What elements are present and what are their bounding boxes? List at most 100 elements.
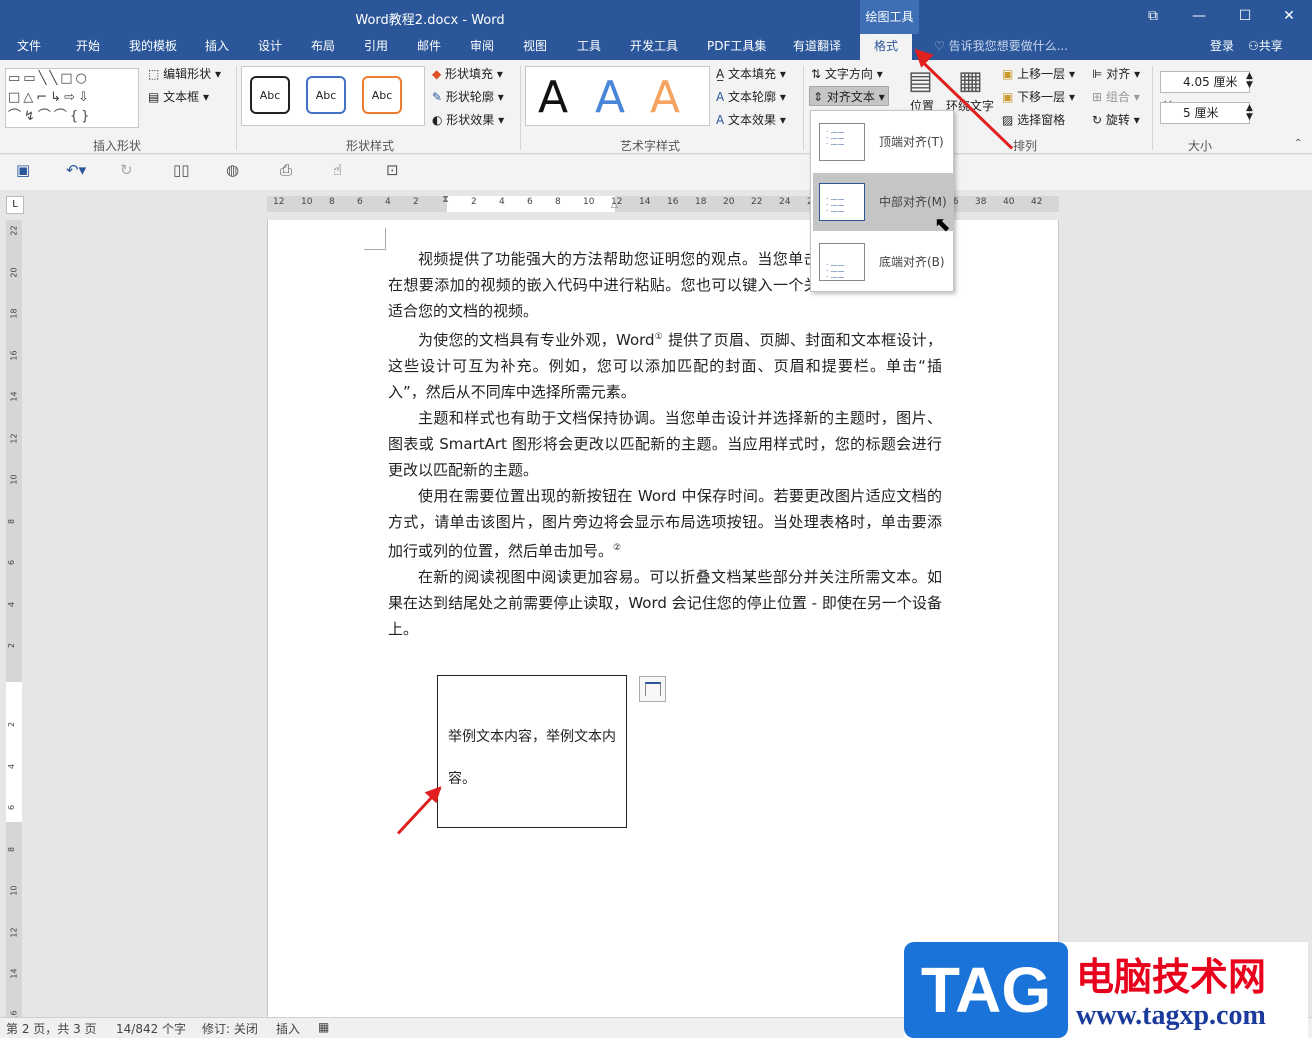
- align-middle-option[interactable]: · —— · —— · —— 中部对齐(M): [813, 173, 953, 231]
- shape-style-black[interactable]: Abc: [250, 76, 290, 114]
- indent-marker-icon[interactable]: ⧗: [442, 194, 449, 205]
- selection-pane-button[interactable]: ▨ 选择窗格: [1002, 110, 1065, 130]
- footnote-ref[interactable]: ②: [613, 543, 621, 553]
- redo-icon[interactable]: ↻: [120, 161, 133, 179]
- macro-icon[interactable]: ▦: [318, 1020, 329, 1034]
- send-backward-button[interactable]: ▣ 下移一层 ▾: [1002, 87, 1075, 107]
- title-bar: Word教程2.docx - Word 绘图工具 ⧉ — ☐ ✕: [0, 0, 1312, 34]
- ruler-tick-label: 12: [9, 926, 19, 938]
- tab-youdao[interactable]: 有道翻译: [793, 34, 841, 60]
- watermark-site-name: 电脑技术网: [1076, 955, 1267, 999]
- document-body[interactable]: 视频提供了功能强大的方法帮助您证明您的观点。当您单击联机视频时，可以在想要添加的…: [388, 246, 942, 642]
- word-count[interactable]: 14/842 个字: [116, 1020, 186, 1037]
- tab-home[interactable]: 开始: [76, 34, 100, 60]
- track-changes-status[interactable]: 修订: 关闭: [202, 1020, 258, 1037]
- wordart-style-blue[interactable]: A: [595, 72, 625, 123]
- ribbon-display-icon[interactable]: ⧉: [1130, 0, 1176, 34]
- ruler-tick-label: 16: [667, 197, 679, 207]
- shape-fill-button[interactable]: ◆ 形状填充 ▾: [432, 64, 503, 84]
- close-icon[interactable]: ✕: [1266, 0, 1312, 34]
- save-icon[interactable]: ▣: [16, 161, 30, 179]
- layout-options-button[interactable]: [639, 676, 666, 702]
- shape-style-orange[interactable]: Abc: [362, 76, 402, 114]
- tab-file[interactable]: 文件: [17, 34, 41, 60]
- footnote-ref[interactable]: ①: [655, 332, 664, 342]
- tab-review[interactable]: 审阅: [470, 34, 494, 60]
- paragraph[interactable]: 在新的阅读视图中阅读更加容易。可以折叠文档某些部分并关注所需文本。如果在达到结尾…: [388, 564, 942, 642]
- tab-view[interactable]: 视图: [523, 34, 547, 60]
- web-layout-icon[interactable]: ◍: [226, 161, 239, 179]
- text-effects-button[interactable]: A 文本效果 ▾: [716, 110, 786, 130]
- share-button[interactable]: ⚇共享: [1248, 34, 1283, 58]
- customize-icon[interactable]: ⊡: [386, 161, 399, 179]
- tell-me-box[interactable]: ♡ 告诉我您想要做什么...: [934, 34, 1068, 60]
- tab-format[interactable]: 格式: [860, 34, 913, 60]
- vertical-ruler[interactable]: 22 20 18 16 14 12 10 8 6 4 2 2 4 6 8 10 12 14 16: [6, 220, 22, 1020]
- align-bottom-option[interactable]: · —— · —— · —— 底端对齐(B): [813, 233, 953, 291]
- touch-mode-icon[interactable]: ☝: [333, 161, 342, 179]
- text-box-content[interactable]: 举例文本内容，举例文本内容。: [448, 716, 620, 800]
- align-top-option[interactable]: · —— · —— · —— 顶端对齐(T): [813, 113, 953, 171]
- shape-style-blue[interactable]: Abc: [306, 76, 346, 114]
- tab-design[interactable]: 设计: [258, 34, 282, 60]
- shape-outline-button[interactable]: ✎ 形状轮廓 ▾: [432, 87, 504, 107]
- paint-bucket-icon: ◆: [432, 67, 446, 81]
- tab-tools[interactable]: 工具: [577, 34, 601, 60]
- align-text-button[interactable]: ⇕ 对齐文本 ▾: [809, 86, 889, 106]
- ruler-tick-label: 4: [499, 197, 505, 207]
- tab-pdf-tools[interactable]: PDF工具集: [707, 34, 766, 60]
- text-fill-button[interactable]: A̲ 文本填充 ▾: [716, 64, 786, 84]
- ruler-tick-label: 4: [7, 763, 17, 769]
- watermark-url: www.tagxp.com: [1076, 1000, 1266, 1031]
- signin-link[interactable]: 登录: [1210, 34, 1234, 58]
- ribbon: ▭▭╲╲□○ □△⌐↳⇨⇩ ⌒↯⌒⌒{} ⬚ 编辑形状 ▾ ▤ 文本框 ▾ 插入形状…: [0, 60, 1312, 154]
- right-indent-marker-icon[interactable]: △: [611, 200, 618, 210]
- tab-insert[interactable]: 插入: [205, 34, 229, 60]
- ruler-tick-label: 10: [583, 197, 595, 207]
- edit-shape-button[interactable]: ⬚ 编辑形状 ▾: [148, 64, 221, 84]
- height-input[interactable]: 4.05 厘米: [1160, 71, 1250, 93]
- bring-forward-button[interactable]: ▣ 上移一层 ▾: [1002, 64, 1075, 84]
- paragraph[interactable]: 主题和样式也有助于文档保持协调。当您单击设计并选择新的主题时，图片、图表或 Sm…: [388, 405, 942, 483]
- tab-references[interactable]: 引用: [364, 34, 388, 60]
- text-outline-button[interactable]: A 文本轮廓 ▾: [716, 87, 786, 107]
- wordart-style-black[interactable]: A: [538, 72, 568, 123]
- insert-mode-status[interactable]: 插入: [276, 1020, 300, 1037]
- undo-icon[interactable]: ↶▾: [66, 161, 86, 179]
- group-button[interactable]: ⊞ 组合 ▾: [1092, 87, 1140, 107]
- ruler-tick-label: 8: [555, 197, 561, 207]
- shapes-gallery[interactable]: ▭▭╲╲□○ □△⌐↳⇨⇩ ⌒↯⌒⌒{}: [5, 68, 139, 128]
- tab-mailings[interactable]: 邮件: [417, 34, 441, 60]
- rotate-button[interactable]: ↻ 旋转 ▾: [1092, 110, 1140, 130]
- lightbulb-icon: ♡: [934, 39, 949, 53]
- wordart-style-orange[interactable]: A: [650, 72, 680, 123]
- width-input[interactable]: 5 厘米: [1160, 102, 1250, 124]
- shape-effects-label: 形状效果: [446, 113, 495, 127]
- selection-pane-icon: ▨: [1002, 113, 1018, 127]
- maximize-icon[interactable]: ☐: [1222, 0, 1268, 34]
- tab-my-templates[interactable]: 我的模板: [129, 34, 177, 60]
- page-count[interactable]: 第 2 页，共 3 页: [6, 1020, 97, 1037]
- text-box-shape[interactable]: 举例文本内容，举例文本内容。: [437, 675, 627, 828]
- tab-selector-icon[interactable]: L: [6, 196, 24, 214]
- minimize-icon[interactable]: —: [1176, 0, 1222, 34]
- print-preview-icon[interactable]: ⎙: [280, 161, 292, 179]
- ruler-tick-label: 6: [527, 197, 533, 207]
- bring-forward-icon: ▣: [1002, 67, 1018, 81]
- paragraph[interactable]: 使用在需要位置出现的新按钮在 Word 中保存时间。若要更改图片适应文档的方式，…: [388, 483, 942, 564]
- effects-icon: ◐: [432, 113, 447, 127]
- text-direction-button[interactable]: ⇅ 文字方向 ▾: [811, 64, 883, 84]
- shape-effects-button[interactable]: ◐ 形状效果 ▾: [432, 110, 504, 130]
- document-page[interactable]: 视频提供了功能强大的方法帮助您证明您的观点。当您单击联机视频时，可以在想要添加的…: [267, 220, 1059, 1020]
- wrap-text-icon[interactable]: ▦: [958, 66, 983, 96]
- tab-layout[interactable]: 布局: [311, 34, 335, 60]
- read-mode-icon[interactable]: ▯▯: [173, 161, 190, 179]
- align-button[interactable]: ⊫ 对齐 ▾: [1092, 64, 1140, 84]
- text-box-button[interactable]: ▤ 文本框 ▾: [148, 87, 209, 107]
- align-top-label: 顶端对齐(T): [879, 135, 944, 149]
- collapse-ribbon-icon[interactable]: ⌃: [1294, 138, 1302, 149]
- height-spinner-icon[interactable]: ▲ ▼: [1246, 72, 1253, 90]
- tab-developer[interactable]: 开发工具: [630, 34, 678, 60]
- width-spinner-icon[interactable]: ▲ ▼: [1246, 104, 1253, 122]
- paragraph[interactable]: 为使您的文档具有专业外观，Word① 提供了页眉、页脚、封面和文本框设计，这些设…: [388, 324, 942, 405]
